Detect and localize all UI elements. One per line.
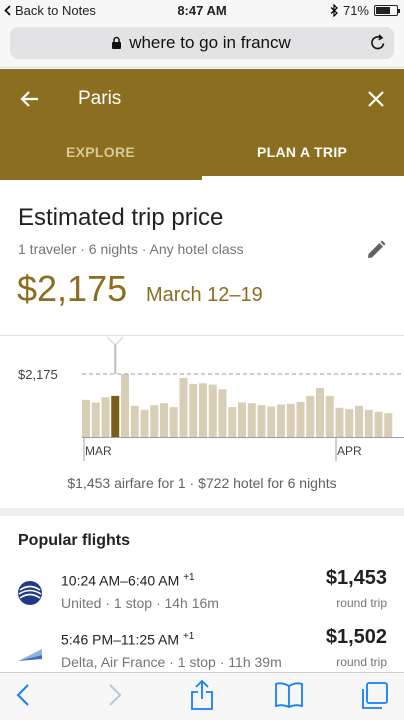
active-tab-indicator (202, 176, 404, 180)
battery-percent: 71% (342, 3, 369, 18)
popular-flights-title: Popular flights (18, 532, 130, 549)
day-offset: +1 (183, 572, 195, 583)
price-summary: $1,453 airfare for 1 · $722 hotel for 6 … (67, 475, 337, 491)
chart-bar-selected (111, 395, 120, 437)
address-bar-area: where to go in francw (0, 22, 404, 68)
chart-bar (130, 405, 139, 437)
chart-bar (355, 405, 363, 437)
chart-bar (296, 401, 305, 437)
chart-bar (140, 409, 149, 437)
chart-bar (82, 399, 90, 437)
chart-bar (247, 403, 256, 437)
section-separator (0, 508, 404, 516)
battery-icon (374, 5, 400, 16)
flight-meta: Delta, Air France · 1 stop · 11h 39m (61, 654, 282, 670)
chart-bar (257, 405, 266, 437)
chart-bar (218, 389, 227, 437)
chart-bar (169, 407, 178, 437)
chart-bar (267, 406, 276, 437)
search-header: Paris EXPLORE PLAN A TRIP (0, 69, 404, 180)
share-icon[interactable] (190, 679, 214, 711)
chart-bar (150, 405, 159, 437)
bookmarks-icon[interactable] (274, 682, 304, 708)
chart-bar (208, 384, 217, 437)
flight-times: 10:24 AM–6:40 AM +1 (61, 572, 195, 589)
flight-price: $1,502 (325, 626, 387, 648)
chart-bar (121, 374, 129, 437)
flight-times: 5:46 PM–11:25 AM +1 (61, 631, 194, 648)
chart-bar (384, 413, 393, 437)
chart-bar (101, 397, 110, 437)
battery-fill (376, 7, 391, 14)
day-offset: +1 (182, 631, 195, 642)
tab-plan-a-trip[interactable]: PLAN A TRIP (257, 144, 347, 160)
tabs-icon[interactable] (360, 682, 388, 710)
status-bar: Back to Notes 8:47 AM 71% (0, 0, 404, 22)
delta-airfrance-logo (18, 649, 42, 661)
arrow-left-icon[interactable] (20, 89, 40, 109)
chart-selection-caret (106, 336, 124, 346)
trip-price: $2,175 (17, 268, 128, 309)
chart-bar (364, 409, 373, 437)
chart-bar (277, 404, 285, 437)
chart-bar (228, 407, 237, 437)
flight-time-range: 10:24 AM–6:40 AM (61, 572, 180, 589)
browser-toolbar (0, 672, 404, 720)
chart-bar (189, 383, 198, 437)
trip-title: Estimated trip price (18, 204, 224, 231)
chart-bar (335, 407, 344, 437)
status-indicators: 71% (330, 3, 400, 18)
chart-bar (238, 402, 246, 437)
chart-bar (325, 395, 334, 437)
chart-bar (199, 383, 207, 437)
chart-bar (91, 402, 100, 437)
chart-bar (316, 387, 324, 437)
pencil-icon[interactable] (366, 240, 386, 260)
forward-icon[interactable] (108, 683, 122, 707)
chart-bar (160, 403, 168, 437)
url-text: where to go in francw (129, 33, 291, 52)
flight-row[interactable]: 10:24 AM–6:40 AM +1 United · 1 stop · 14… (0, 567, 404, 632)
chart-bar (179, 377, 188, 437)
flight-meta: United · 1 stop · 14h 16m (61, 595, 219, 611)
back-icon[interactable] (16, 683, 30, 707)
search-query[interactable]: Paris (78, 88, 121, 110)
address-bar[interactable]: where to go in francw (10, 27, 394, 59)
flight-price-type: round trip (336, 596, 387, 610)
flight-time-range: 5:46 PM–11:25 AM (61, 631, 180, 648)
chart-tick-label: MAR (85, 444, 112, 458)
chart-bar (306, 395, 315, 437)
chart-tick-label: APR (337, 444, 362, 458)
bluetooth-icon (330, 4, 338, 17)
chart-bar (345, 409, 354, 437)
reload-icon[interactable] (370, 34, 386, 51)
chart-bar (286, 403, 295, 437)
trip-details: 1 traveler · 6 nights · Any hotel class (18, 241, 244, 257)
close-icon[interactable] (368, 91, 384, 107)
united-airlines-logo (18, 581, 42, 605)
chart-bar (374, 411, 383, 437)
trip-dates: March 12–19 (146, 284, 263, 306)
tab-explore[interactable]: EXPLORE (66, 144, 135, 160)
flight-price-type: round trip (336, 655, 387, 669)
price-chart-svg: $2,175 MAR APR (18, 336, 404, 461)
flight-price: $1,453 (325, 567, 387, 589)
chart-reference-label: $2,175 (18, 367, 58, 382)
